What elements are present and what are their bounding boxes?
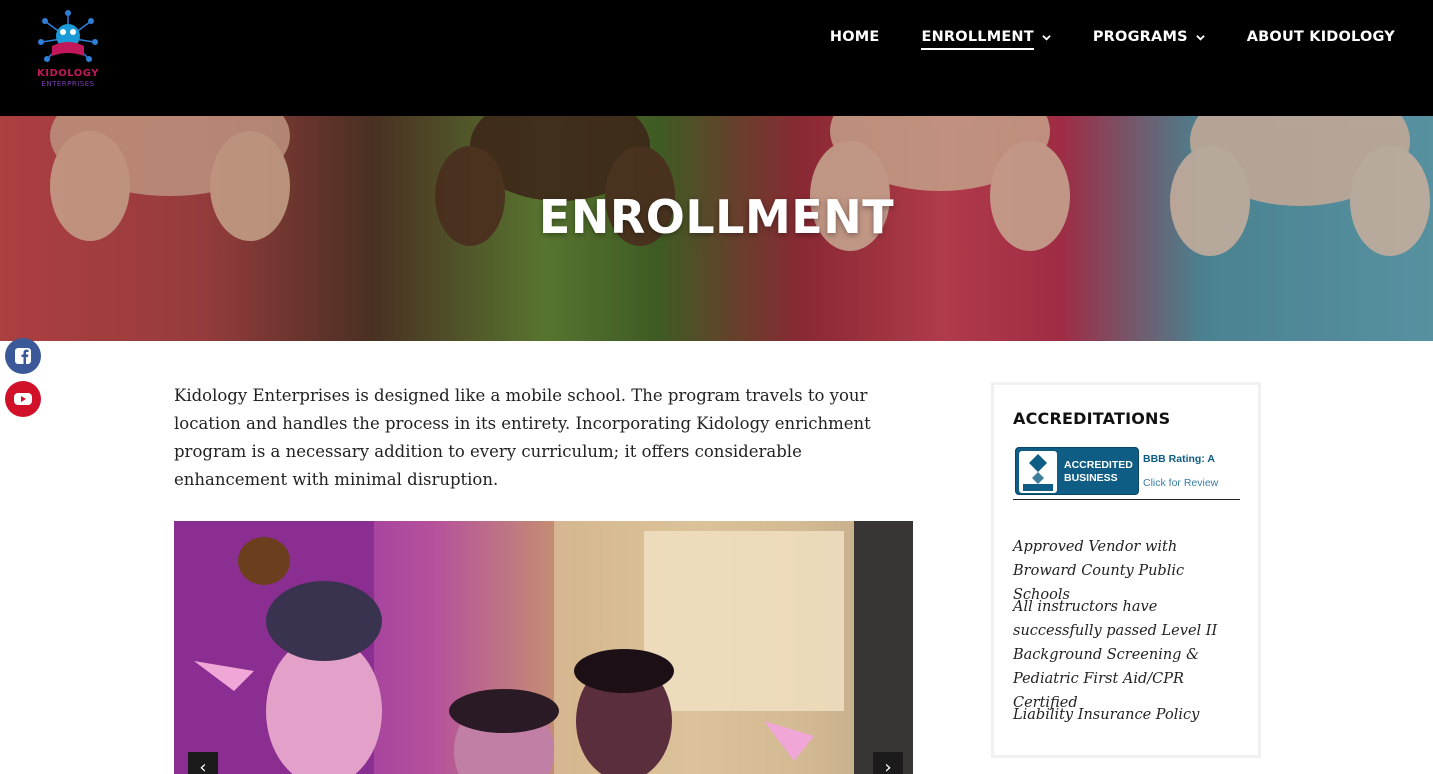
slider-children-photo bbox=[174, 521, 913, 774]
bbb-logo-icon bbox=[1019, 451, 1057, 493]
nav-about[interactable]: ABOUT KIDOLOGY bbox=[1247, 25, 1395, 49]
bbb-accredited-line2: BUSINESS bbox=[1064, 472, 1118, 484]
bbb-accredited-line1: ACCREDITED bbox=[1064, 459, 1133, 471]
slider-prev-button[interactable]: ‹ bbox=[188, 752, 218, 774]
site-header: KIDOLOGY ENTERPRISES HOME ENROLLMENT PRO… bbox=[0, 0, 1433, 116]
sidebar-title: ACCREDITATIONS bbox=[1013, 409, 1171, 428]
nav-about-label: ABOUT KIDOLOGY bbox=[1246, 29, 1395, 45]
nav-home-label: HOME bbox=[829, 29, 880, 45]
bbb-badge-box: ACCREDITED BUSINESS bbox=[1015, 447, 1139, 495]
nav-enrollment[interactable]: ENROLLMENT bbox=[921, 25, 1051, 50]
intro-paragraph: Kidology Enterprises is designed like a … bbox=[174, 386, 871, 489]
bbb-accredited-text: ACCREDITED BUSINESS bbox=[1064, 459, 1133, 485]
nav-programs-label: PROGRAMS bbox=[1092, 29, 1188, 45]
logo-text-enterprises: ENTERPRISES bbox=[41, 80, 95, 88]
page-title: ENROLLMENT bbox=[538, 190, 895, 244]
nav-home[interactable]: HOME bbox=[830, 25, 880, 49]
nav-enrollment-label: ENROLLMENT bbox=[921, 29, 1035, 50]
kidology-logo[interactable]: KIDOLOGY ENTERPRISES bbox=[34, 8, 102, 96]
image-slider: ‹ › bbox=[174, 521, 913, 774]
chevron-down-icon bbox=[1042, 34, 1051, 41]
bbb-rating: BBB Rating: A bbox=[1143, 453, 1215, 465]
chevron-down-icon bbox=[1196, 34, 1205, 41]
bbb-accredited-badge[interactable]: ACCREDITED BUSINESS BBB Rating: A Click … bbox=[1013, 447, 1240, 500]
facebook-button[interactable] bbox=[5, 338, 41, 374]
bbb-click-review-link[interactable]: Click for Review bbox=[1143, 477, 1218, 489]
main-nav: HOME ENROLLMENT PROGRAMS ABOUT KIDOLOGY bbox=[788, 25, 1395, 50]
accreditation-item: All instructors have successfully passed… bbox=[1013, 599, 1218, 711]
slider-next-button[interactable]: › bbox=[873, 752, 903, 774]
facebook-icon bbox=[15, 348, 31, 364]
youtube-button[interactable] bbox=[5, 381, 41, 417]
logo-text-kidology: KIDOLOGY bbox=[36, 68, 100, 79]
accreditations-sidebar: ACCREDITATIONS ACCREDITED BUSINESS BBB R… bbox=[991, 382, 1261, 758]
accreditation-item: Liability Insurance Policy bbox=[1013, 707, 1200, 723]
logo-emblem-icon bbox=[38, 10, 98, 62]
hero-banner: ENROLLMENT bbox=[0, 116, 1433, 341]
youtube-icon bbox=[14, 393, 32, 405]
nav-programs[interactable]: PROGRAMS bbox=[1093, 25, 1205, 49]
